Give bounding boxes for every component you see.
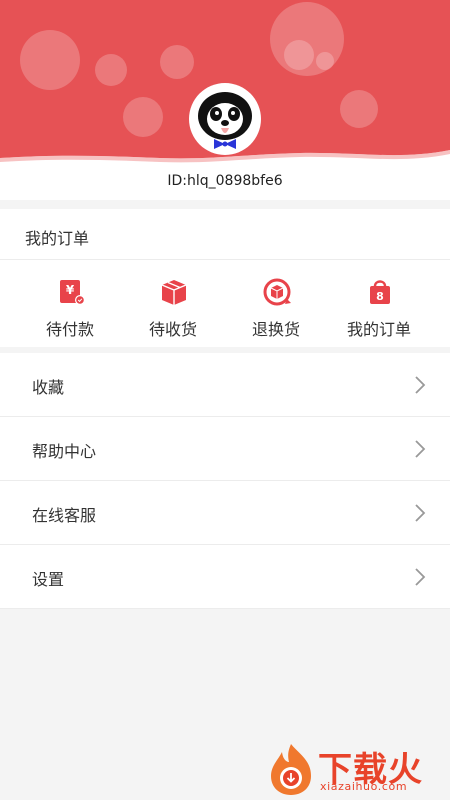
menu-item-label: 收藏 [32,378,65,397]
chevron-right-icon [415,376,426,394]
orders-section-title: 我的订单 [25,229,90,248]
order-pending-payment-label: 待付款 [45,320,94,339]
order-returns-label: 退换货 [251,320,300,339]
order-returns[interactable]: 退换货 [226,271,326,341]
order-pending-payment[interactable]: ¥ 待付款 [20,271,120,341]
menu-item-label: 设置 [32,570,65,589]
svg-text:8: 8 [376,290,384,303]
watermark: 下载火 xiazaihuo.com [262,740,450,800]
menu-item-label: 帮助中心 [32,442,97,461]
order-all-label: 我的订单 [346,320,411,339]
order-all[interactable]: 8 我的订单 [329,271,429,341]
flame-logo-icon [271,744,311,795]
profile-header: ID:hlq_0898bfe6 [0,0,450,200]
return-icon [263,278,291,306]
decor-bubble [316,52,334,70]
chevron-right-icon [415,568,426,586]
decor-bubble [20,30,80,90]
menu-item-label: 在线客服 [32,506,97,525]
menu-item-help-center[interactable]: 帮助中心 [0,417,450,481]
box-icon [161,280,187,305]
decor-bubble [123,97,163,137]
my-orders-card: 我的订单 ¥ 待付款 待收货 退换货 8 我的订单 [0,209,450,347]
svg-text:¥: ¥ [66,283,75,297]
decor-bubble [284,40,314,70]
watermark-site: xiazaihuo.com [320,780,408,793]
order-pending-receipt-label: 待收货 [148,320,197,339]
divider [0,259,450,260]
settings-menu: 收藏 帮助中心 在线客服 设置 [0,353,450,609]
menu-item-online-service[interactable]: 在线客服 [0,481,450,545]
order-pending-receipt[interactable]: 待收货 [123,271,223,341]
chevron-right-icon [415,440,426,458]
menu-item-settings[interactable]: 设置 [0,545,450,609]
chevron-right-icon [415,504,426,522]
panda-avatar-icon [198,92,252,149]
user-id: ID:hlq_0898bfe6 [167,173,283,189]
decor-bubble [160,45,194,79]
decor-bubble [95,54,127,86]
avatar[interactable] [189,83,261,155]
bag-icon: 8 [370,280,390,304]
payment-pending-icon: ¥ [60,280,85,305]
decor-bubble [340,90,378,128]
menu-item-favorites[interactable]: 收藏 [0,353,450,417]
